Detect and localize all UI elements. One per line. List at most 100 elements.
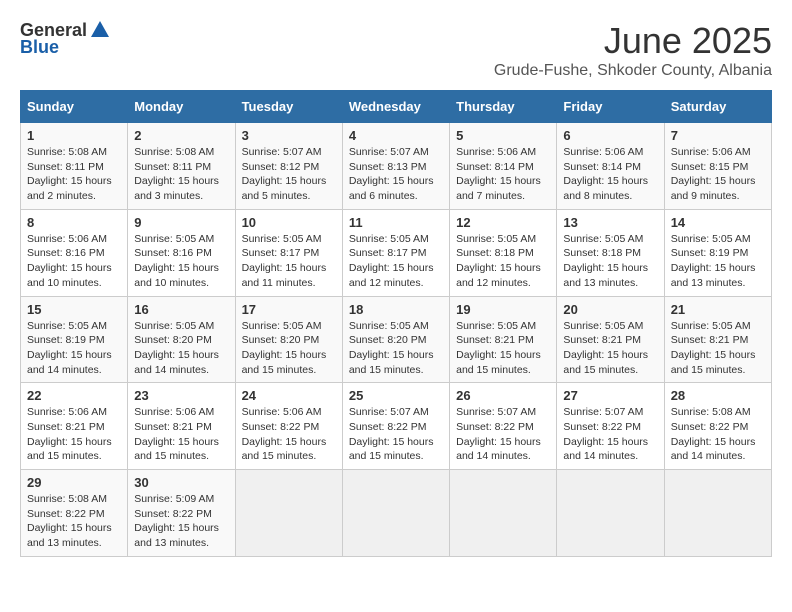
day-number: 27 <box>563 388 657 403</box>
title-area: June 2025 Grude-Fushe, Shkoder County, A… <box>494 20 772 80</box>
day-info: Sunrise: 5:07 AMSunset: 8:12 PMDaylight:… <box>242 146 327 202</box>
day-info: Sunrise: 5:06 AMSunset: 8:21 PMDaylight:… <box>27 406 112 462</box>
day-info: Sunrise: 5:05 AMSunset: 8:18 PMDaylight:… <box>563 233 648 289</box>
table-row: 11 Sunrise: 5:05 AMSunset: 8:17 PMDaylig… <box>342 209 449 296</box>
day-number: 11 <box>349 215 443 230</box>
table-row: 7 Sunrise: 5:06 AMSunset: 8:15 PMDayligh… <box>664 123 771 210</box>
table-row: 15 Sunrise: 5:05 AMSunset: 8:19 PMDaylig… <box>21 296 128 383</box>
day-number: 3 <box>242 128 336 143</box>
table-row: 17 Sunrise: 5:05 AMSunset: 8:20 PMDaylig… <box>235 296 342 383</box>
day-number: 17 <box>242 302 336 317</box>
day-info: Sunrise: 5:08 AMSunset: 8:22 PMDaylight:… <box>671 406 756 462</box>
table-row: 12 Sunrise: 5:05 AMSunset: 8:18 PMDaylig… <box>450 209 557 296</box>
table-row: 4 Sunrise: 5:07 AMSunset: 8:13 PMDayligh… <box>342 123 449 210</box>
calendar-week-row: 8 Sunrise: 5:06 AMSunset: 8:16 PMDayligh… <box>21 209 772 296</box>
day-info: Sunrise: 5:07 AMSunset: 8:22 PMDaylight:… <box>563 406 648 462</box>
table-row: 5 Sunrise: 5:06 AMSunset: 8:14 PMDayligh… <box>450 123 557 210</box>
calendar-table: Sunday Monday Tuesday Wednesday Thursday… <box>20 90 772 557</box>
day-info: Sunrise: 5:05 AMSunset: 8:20 PMDaylight:… <box>134 320 219 376</box>
table-row: 13 Sunrise: 5:05 AMSunset: 8:18 PMDaylig… <box>557 209 664 296</box>
day-info: Sunrise: 5:06 AMSunset: 8:14 PMDaylight:… <box>563 146 648 202</box>
day-info: Sunrise: 5:05 AMSunset: 8:20 PMDaylight:… <box>242 320 327 376</box>
day-info: Sunrise: 5:05 AMSunset: 8:21 PMDaylight:… <box>563 320 648 376</box>
table-row: 22 Sunrise: 5:06 AMSunset: 8:21 PMDaylig… <box>21 383 128 470</box>
day-number: 7 <box>671 128 765 143</box>
table-row: 30 Sunrise: 5:09 AMSunset: 8:22 PMDaylig… <box>128 470 235 557</box>
day-number: 19 <box>456 302 550 317</box>
day-number: 24 <box>242 388 336 403</box>
table-row <box>450 470 557 557</box>
day-number: 28 <box>671 388 765 403</box>
day-info: Sunrise: 5:06 AMSunset: 8:15 PMDaylight:… <box>671 146 756 202</box>
day-number: 9 <box>134 215 228 230</box>
table-row: 26 Sunrise: 5:07 AMSunset: 8:22 PMDaylig… <box>450 383 557 470</box>
table-row: 24 Sunrise: 5:06 AMSunset: 8:22 PMDaylig… <box>235 383 342 470</box>
day-info: Sunrise: 5:06 AMSunset: 8:16 PMDaylight:… <box>27 233 112 289</box>
logo-blue-text: Blue <box>20 37 59 58</box>
table-row: 14 Sunrise: 5:05 AMSunset: 8:19 PMDaylig… <box>664 209 771 296</box>
day-info: Sunrise: 5:07 AMSunset: 8:13 PMDaylight:… <box>349 146 434 202</box>
location-subtitle: Grude-Fushe, Shkoder County, Albania <box>494 62 772 80</box>
col-sunday: Sunday <box>21 91 128 123</box>
calendar-header-row: Sunday Monday Tuesday Wednesday Thursday… <box>21 91 772 123</box>
day-number: 15 <box>27 302 121 317</box>
table-row: 20 Sunrise: 5:05 AMSunset: 8:21 PMDaylig… <box>557 296 664 383</box>
day-number: 21 <box>671 302 765 317</box>
day-number: 23 <box>134 388 228 403</box>
day-number: 4 <box>349 128 443 143</box>
day-number: 18 <box>349 302 443 317</box>
col-friday: Friday <box>557 91 664 123</box>
table-row: 6 Sunrise: 5:06 AMSunset: 8:14 PMDayligh… <box>557 123 664 210</box>
day-number: 10 <box>242 215 336 230</box>
day-number: 8 <box>27 215 121 230</box>
table-row: 9 Sunrise: 5:05 AMSunset: 8:16 PMDayligh… <box>128 209 235 296</box>
day-info: Sunrise: 5:08 AMSunset: 8:22 PMDaylight:… <box>27 493 112 549</box>
table-row <box>342 470 449 557</box>
day-info: Sunrise: 5:05 AMSunset: 8:19 PMDaylight:… <box>671 233 756 289</box>
table-row: 1 Sunrise: 5:08 AMSunset: 8:11 PMDayligh… <box>21 123 128 210</box>
day-info: Sunrise: 5:05 AMSunset: 8:17 PMDaylight:… <box>242 233 327 289</box>
col-wednesday: Wednesday <box>342 91 449 123</box>
day-info: Sunrise: 5:05 AMSunset: 8:21 PMDaylight:… <box>456 320 541 376</box>
day-number: 22 <box>27 388 121 403</box>
table-row: 19 Sunrise: 5:05 AMSunset: 8:21 PMDaylig… <box>450 296 557 383</box>
day-info: Sunrise: 5:05 AMSunset: 8:16 PMDaylight:… <box>134 233 219 289</box>
day-number: 13 <box>563 215 657 230</box>
day-number: 5 <box>456 128 550 143</box>
logo: General Blue <box>20 20 111 58</box>
calendar-week-row: 29 Sunrise: 5:08 AMSunset: 8:22 PMDaylig… <box>21 470 772 557</box>
page-header: General Blue June 2025 Grude-Fushe, Shko… <box>20 20 772 80</box>
day-number: 16 <box>134 302 228 317</box>
day-info: Sunrise: 5:08 AMSunset: 8:11 PMDaylight:… <box>27 146 112 202</box>
table-row <box>557 470 664 557</box>
day-info: Sunrise: 5:07 AMSunset: 8:22 PMDaylight:… <box>349 406 434 462</box>
day-number: 30 <box>134 475 228 490</box>
table-row: 16 Sunrise: 5:05 AMSunset: 8:20 PMDaylig… <box>128 296 235 383</box>
logo-icon <box>89 19 111 41</box>
col-saturday: Saturday <box>664 91 771 123</box>
day-info: Sunrise: 5:07 AMSunset: 8:22 PMDaylight:… <box>456 406 541 462</box>
table-row <box>235 470 342 557</box>
table-row: 21 Sunrise: 5:05 AMSunset: 8:21 PMDaylig… <box>664 296 771 383</box>
day-info: Sunrise: 5:05 AMSunset: 8:18 PMDaylight:… <box>456 233 541 289</box>
month-title: June 2025 <box>494 20 772 62</box>
day-info: Sunrise: 5:05 AMSunset: 8:21 PMDaylight:… <box>671 320 756 376</box>
day-number: 12 <box>456 215 550 230</box>
calendar-week-row: 1 Sunrise: 5:08 AMSunset: 8:11 PMDayligh… <box>21 123 772 210</box>
day-info: Sunrise: 5:05 AMSunset: 8:20 PMDaylight:… <box>349 320 434 376</box>
table-row: 18 Sunrise: 5:05 AMSunset: 8:20 PMDaylig… <box>342 296 449 383</box>
table-row: 2 Sunrise: 5:08 AMSunset: 8:11 PMDayligh… <box>128 123 235 210</box>
day-number: 20 <box>563 302 657 317</box>
day-number: 6 <box>563 128 657 143</box>
day-number: 14 <box>671 215 765 230</box>
day-number: 1 <box>27 128 121 143</box>
table-row: 29 Sunrise: 5:08 AMSunset: 8:22 PMDaylig… <box>21 470 128 557</box>
col-monday: Monday <box>128 91 235 123</box>
day-info: Sunrise: 5:09 AMSunset: 8:22 PMDaylight:… <box>134 493 219 549</box>
day-number: 25 <box>349 388 443 403</box>
table-row: 8 Sunrise: 5:06 AMSunset: 8:16 PMDayligh… <box>21 209 128 296</box>
table-row: 25 Sunrise: 5:07 AMSunset: 8:22 PMDaylig… <box>342 383 449 470</box>
day-info: Sunrise: 5:05 AMSunset: 8:17 PMDaylight:… <box>349 233 434 289</box>
day-number: 29 <box>27 475 121 490</box>
col-thursday: Thursday <box>450 91 557 123</box>
